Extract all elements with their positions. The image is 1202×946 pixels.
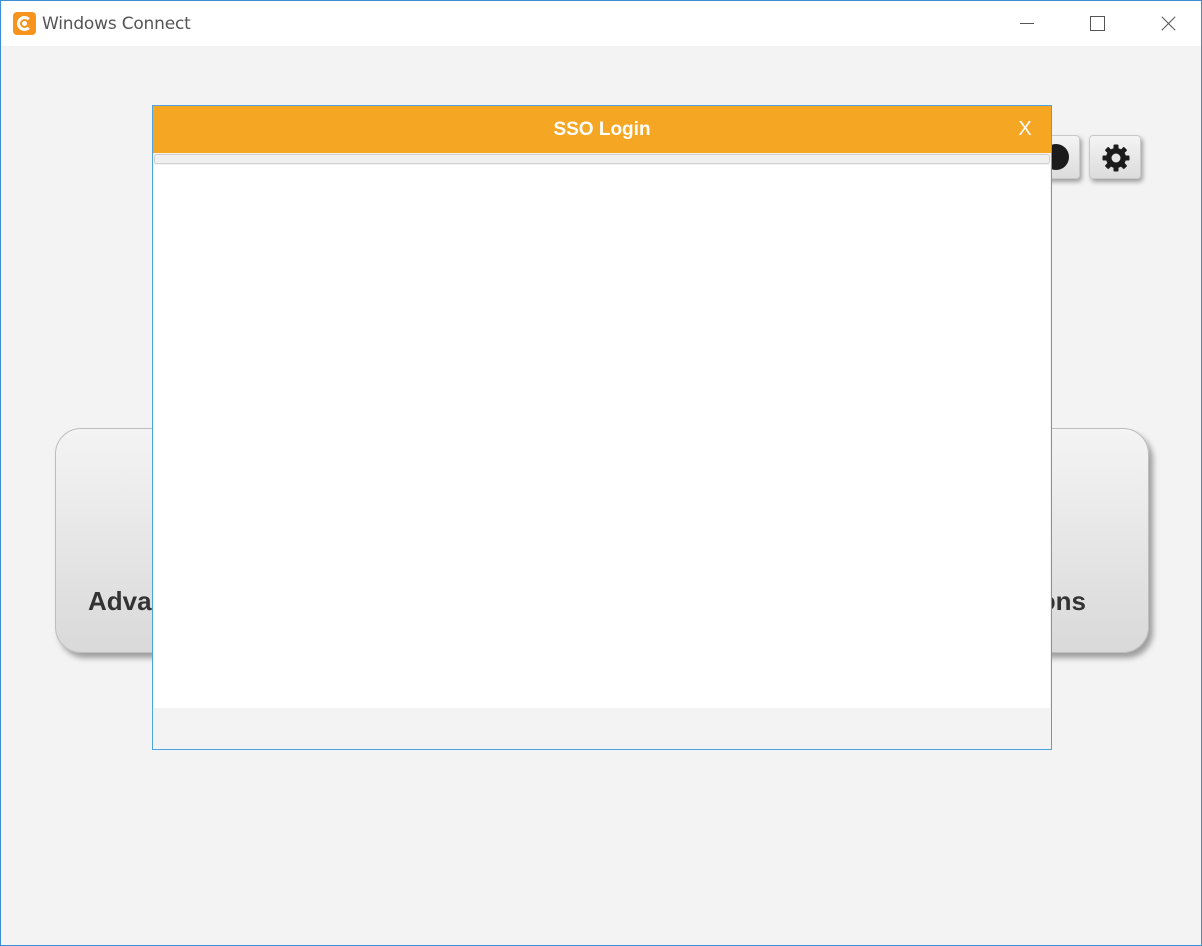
window-title: Windows Connect (42, 14, 191, 34)
app-logo-icon (13, 12, 36, 35)
gear-icon (1102, 144, 1130, 172)
advanced-tile-label: Adva (88, 586, 152, 616)
close-window-button[interactable] (1131, 1, 1201, 46)
dialog-header[interactable]: SSO Login X (153, 106, 1051, 153)
loading-progress-bar (154, 154, 1050, 164)
sso-web-view[interactable] (154, 165, 1050, 708)
maximize-button[interactable] (1061, 1, 1131, 46)
sso-login-dialog: SSO Login X (152, 105, 1052, 750)
minimize-button[interactable] (991, 1, 1061, 46)
dialog-title: SSO Login (553, 119, 651, 140)
app-window: Windows Connect Adva ons SSO Login X (0, 0, 1202, 946)
dialog-close-button[interactable]: X (1015, 118, 1035, 142)
settings-button[interactable] (1089, 135, 1141, 179)
title-bar[interactable]: Windows Connect (1, 1, 1201, 46)
